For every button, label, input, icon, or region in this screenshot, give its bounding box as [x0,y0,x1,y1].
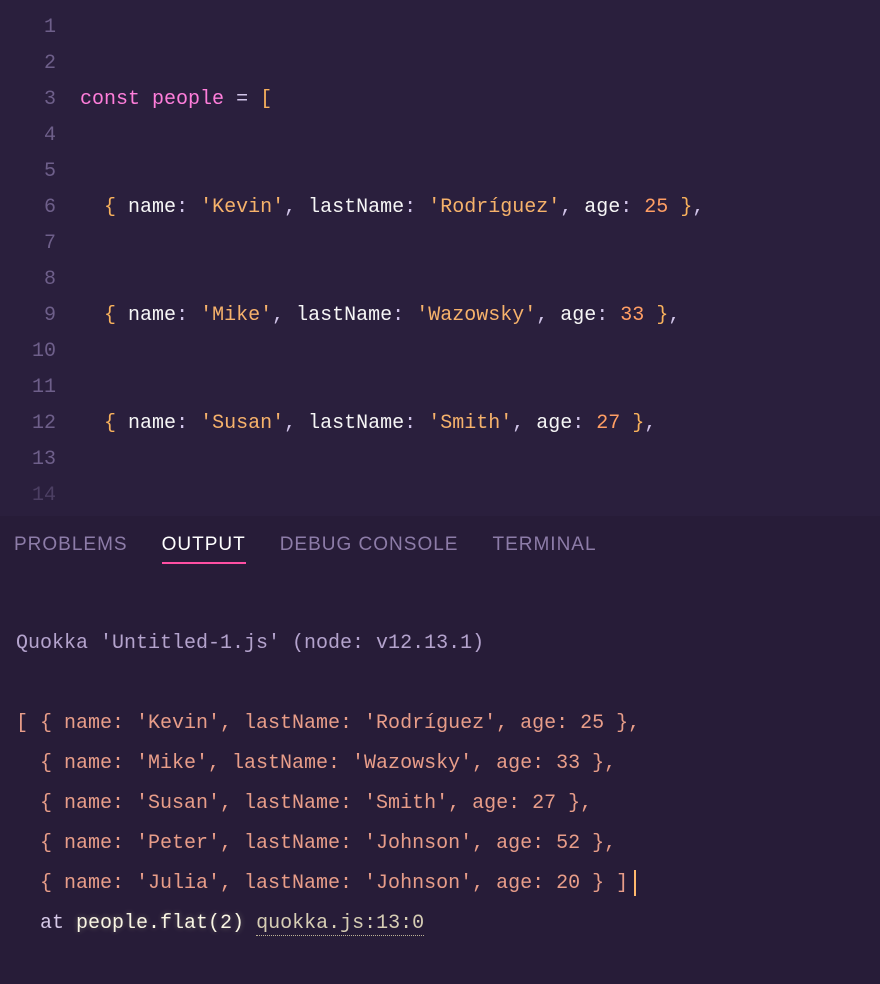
output-source-line: at people.flat(2) quokka.js:13:0 [16,912,424,936]
line-number: 6 [0,190,80,226]
line-number: 7 [0,226,80,262]
line-number: 12 [0,406,80,442]
line-number: 4 [0,118,80,154]
tab-problems[interactable]: PROBLEMS [14,534,128,564]
output-line: { name: 'Peter', lastName: 'Johnson', ag… [16,832,616,855]
output-header: Quokka 'Untitled-1.js' (node: v12.13.1) [16,632,484,655]
output-line: [ { name: 'Kevin', lastName: 'Rodríguez'… [16,712,640,735]
output-file-link[interactable]: quokka.js:13:0 [256,912,424,936]
line-number-gutter: 1 2 3 4 5 6 7 8 9 10 11 12 13 14 [0,0,80,516]
code-line[interactable]: { name: 'Kevin', lastName: 'Rodríguez', … [80,190,880,226]
line-number: 10 [0,334,80,370]
output-content[interactable]: Quokka 'Untitled-1.js' (node: v12.13.1) … [0,574,880,984]
tab-debug-console[interactable]: DEBUG CONSOLE [280,534,459,564]
line-number: 2 [0,46,80,82]
tab-terminal[interactable]: TERMINAL [492,534,596,564]
line-number: 5 [0,154,80,190]
code-editor[interactable]: 1 2 3 4 5 6 7 8 9 10 11 12 13 14 const p… [0,0,880,516]
tab-output[interactable]: OUTPUT [162,534,246,564]
output-line: { name: 'Julia', lastName: 'Johnson', ag… [16,872,628,895]
line-number: 3 [0,82,80,118]
panel-tabs: PROBLEMS OUTPUT DEBUG CONSOLE TERMINAL [0,516,880,574]
line-number: 9 [0,298,80,334]
code-line[interactable]: const people = [ [80,82,880,118]
code-area[interactable]: const people = [ { name: 'Kevin', lastNa… [80,0,880,516]
output-cursor [634,870,636,896]
code-line[interactable]: { name: 'Susan', lastName: 'Smith', age:… [80,406,880,442]
output-line: { name: 'Susan', lastName: 'Smith', age:… [16,792,592,815]
bottom-panel: PROBLEMS OUTPUT DEBUG CONSOLE TERMINAL Q… [0,516,880,984]
line-number: 13 [0,442,80,478]
line-number: 8 [0,262,80,298]
line-number: 11 [0,370,80,406]
code-line[interactable]: { name: 'Mike', lastName: 'Wazowsky', ag… [80,298,880,334]
output-line: { name: 'Mike', lastName: 'Wazowsky', ag… [16,752,616,775]
line-number: 14 [0,478,80,514]
line-number: 1 [0,10,80,46]
